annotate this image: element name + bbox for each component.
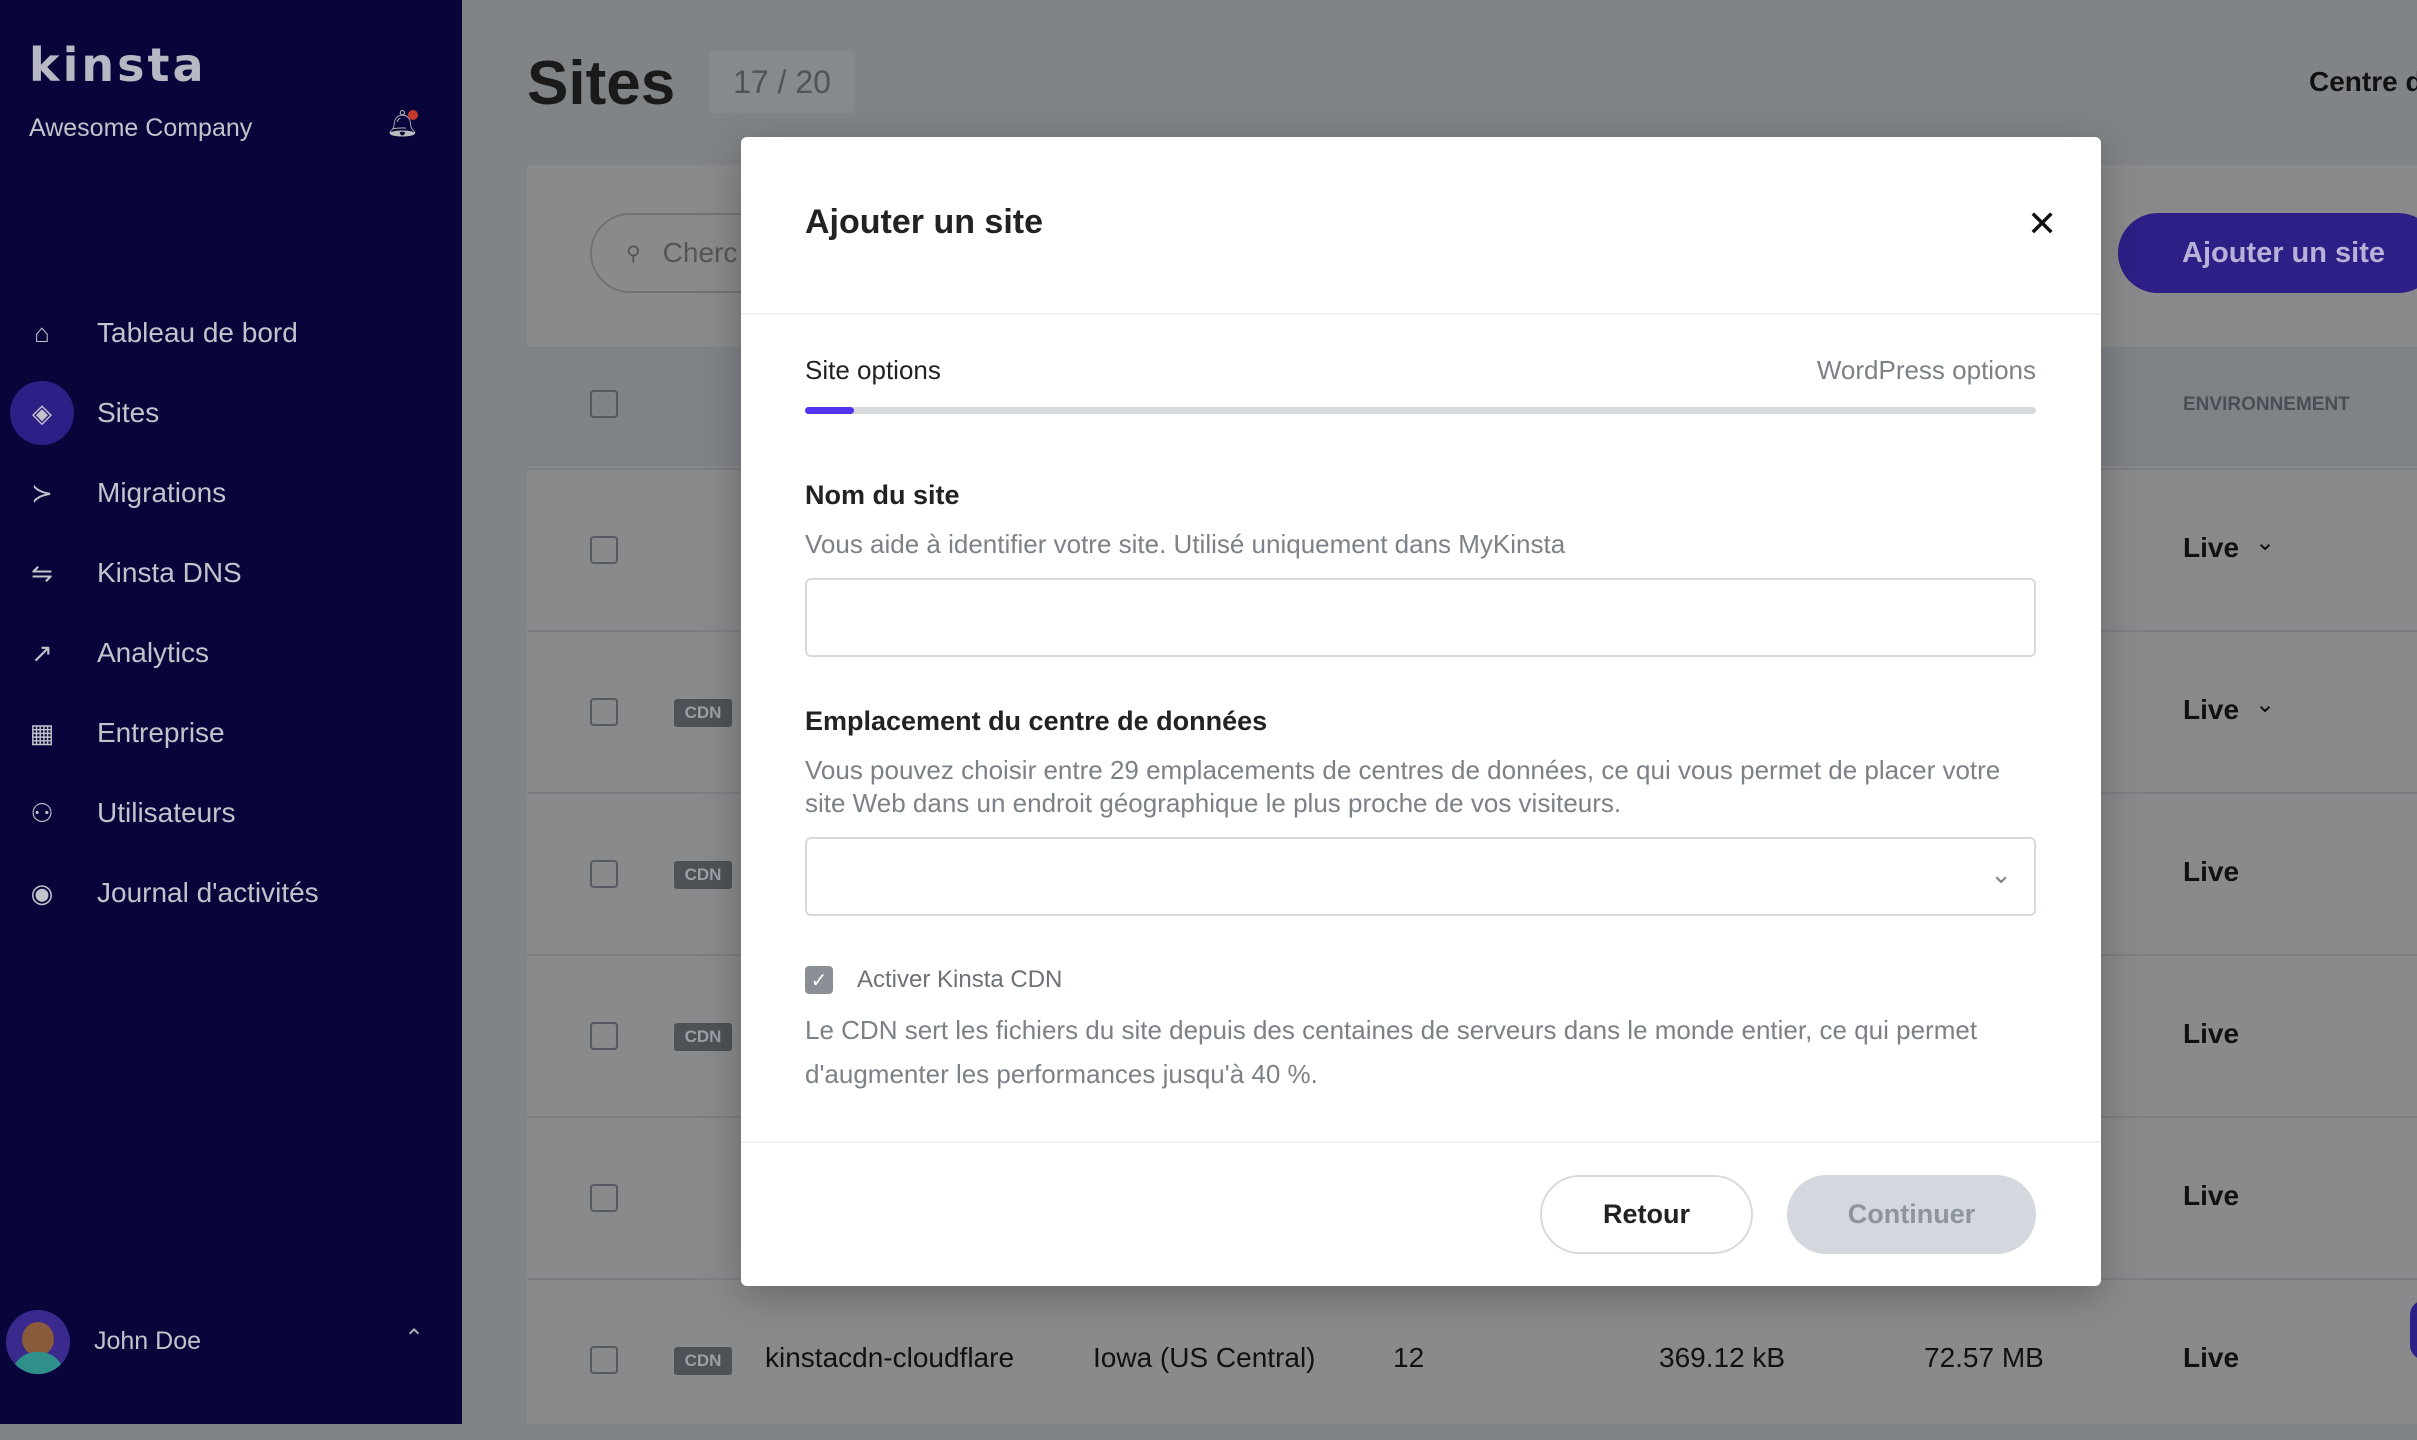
chevron-down-icon[interactable]: ⌄ [2255,528,2275,557]
close-icon[interactable]: ✕ [2027,203,2057,245]
site-location: Iowa (US Central) [1093,1342,1316,1373]
sidebar-item-analytics[interactable]: ↗ Analytics [0,621,462,685]
cdn-help: Le CDN sert les fichiers du site depuis … [805,1015,1978,1089]
sidebar-item-entreprise[interactable]: ▦ Entreprise [0,701,462,765]
sidebar-item-label: Sites [97,397,160,428]
building-icon: ▦ [29,717,55,748]
chevron-down-icon: ⌄ [1990,859,2012,889]
home-icon: ⌂ [34,317,50,348]
environment: Live [2183,694,2240,725]
progress-bar [805,407,2036,414]
page-title: Sites [527,49,676,118]
notification-dot [408,110,418,120]
row-checkbox[interactable] [590,860,618,888]
cdn-checkbox-label[interactable]: Activer Kinsta CDN [857,966,1062,994]
site-disk-usage: 72.57 MB [1924,1342,2044,1373]
chevron-up-icon[interactable]: ⌃ [404,1324,424,1353]
kinsta-logo: KINSTA [29,38,207,92]
location-help: Vous pouvez choisir entre 29 emplacement… [805,755,2001,818]
divider [741,313,2101,315]
environment: Live [2183,1180,2240,1211]
sidebar-item-label: Migrations [97,477,227,508]
avatar[interactable] [6,1310,70,1374]
layers-icon: ◈ [10,381,74,445]
environment: Live [2183,1342,2240,1373]
sidebar-item-migrations[interactable]: ≻ Migrations [0,461,462,525]
sidebar-item-label: Analytics [97,637,210,668]
cdn-badge: CDN [674,1023,732,1051]
help-center-link[interactable]: Centre d' [2309,66,2417,98]
sidebar-item-label: Utilisateurs [97,797,236,828]
site-name-help: Vous aide à identifier votre site. Utili… [805,529,1566,559]
site-bandwidth: 369.12 kB [1659,1342,1786,1373]
step-site-options: Site options [805,355,941,385]
sidebar: KINSTA Awesome Company 🔔︎ ⌂ Tableau de bo… [0,0,462,1424]
cdn-badge: CDN [674,699,732,727]
sidebar-item-label: Journal d'activités [97,877,319,908]
continue-button[interactable]: Continuer [1787,1175,2036,1254]
location-label: Emplacement du centre de données [805,706,1268,736]
chat-button[interactable] [2410,1300,2417,1360]
environment: Live [2183,532,2240,563]
row-checkbox[interactable] [590,698,618,726]
trend-icon: ↗ [31,637,53,668]
chevron-down-icon[interactable]: ⌄ [2255,690,2275,719]
table-row[interactable]: CDN kinstacdn-cloudflare Iowa (US Central)… [527,1278,2417,1440]
back-button[interactable]: Retour [1540,1175,1753,1254]
environment: Live [2183,856,2240,887]
environment: Live [2183,1018,2240,1049]
user-name[interactable]: John Doe [94,1327,201,1356]
sidebar-item-kinsta-dns[interactable]: ⇋ Kinsta DNS [0,541,462,605]
env-column-header[interactable]: ENVIRONNEMENT [2183,394,2350,416]
step-wordpress-options: WordPress options [1816,355,2036,385]
add-site-modal: Ajouter un site ✕ Site options WordPress… [741,137,2101,1286]
progress-fill [805,407,855,414]
cdn-badge: CDN [674,861,732,889]
select-all-checkbox[interactable] [590,390,618,418]
sidebar-item-tableau-de-bord[interactable]: ⌂ Tableau de bord [0,301,462,365]
user-plus-icon: ⚇ [30,797,54,828]
row-checkbox[interactable] [590,1346,618,1374]
cdn-badge: CDN [674,1347,732,1375]
dns-icon: ⇋ [31,557,53,588]
footer-divider [741,1141,2101,1143]
row-checkbox[interactable] [590,1022,618,1050]
cdn-checkbox[interactable]: ✓ [805,966,833,994]
sidebar-item-sites[interactable]: ◈ Sites [0,381,462,445]
sidebar-item-journal-d-activit-s[interactable]: ◉ Journal d'activités [0,861,462,925]
row-checkbox[interactable] [590,1184,618,1212]
add-site-button[interactable]: Ajouter un site [2118,213,2417,293]
site-name-input[interactable] [805,578,2036,657]
site-visits: 12 [1393,1342,1425,1373]
row-checkbox[interactable] [590,536,618,564]
company-name[interactable]: Awesome Company [29,114,252,143]
sidebar-item-utilisateurs[interactable]: ⚇ Utilisateurs [0,781,462,845]
eye-icon: ◉ [30,877,54,908]
site-name-label: Nom du site [805,480,960,510]
site-name[interactable]: kinstacdn-cloudflare [765,1342,1014,1374]
sidebar-item-label: Entreprise [97,717,225,748]
location-select[interactable]: ⌄ [805,837,2036,916]
sidebar-item-label: Tableau de bord [97,317,298,348]
migrate-icon: ≻ [31,477,53,508]
site-count-badge: 17 / 20 [709,51,855,113]
sidebar-item-label: Kinsta DNS [97,557,242,588]
search-icon: ⚲ [626,242,641,265]
modal-title: Ajouter un site [805,203,1044,241]
